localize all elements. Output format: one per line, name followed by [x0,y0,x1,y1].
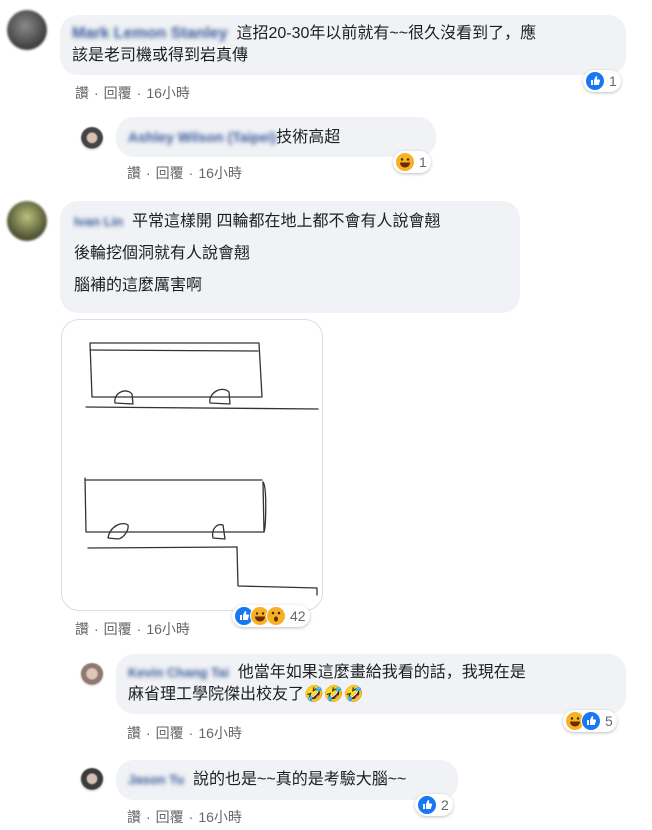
timestamp[interactable]: 16小時 [146,619,190,639]
reaction-summary[interactable]: 1 [393,151,431,173]
reaction-count: 2 [441,797,449,813]
avatar[interactable] [80,663,104,687]
comment-bubble: Kevin Chang Tai 他當年如果這麼畫給我看的話，我現在是 麻省理工學… [116,654,626,714]
reaction-count: 1 [419,154,427,170]
avatar[interactable] [80,127,104,151]
timestamp[interactable]: 16小時 [198,163,242,183]
comment-text: 該是老司機或得到岩真傳 [72,47,249,64]
comment-bubble: Jason Tu 說的也是~~真的是考驗大腦~~ [116,760,458,800]
comment-actions: 讚 · 回覆 · 16小時 [127,807,242,827]
timestamp[interactable]: 16小時 [198,723,242,743]
comment-author[interactable]: Ivan Lin [74,211,123,233]
comment-author[interactable]: Jason Tu [128,769,184,791]
reply-link[interactable]: 回覆 [156,723,184,743]
wow-reaction-icon [266,606,286,626]
comment-bubble: Ashley Wilson (Taipei)技術高超 [116,117,436,157]
comment-text: 說的也是~~真的是考驗大腦~~ [193,771,407,788]
reaction-summary[interactable]: 2 [415,794,453,816]
comment-author[interactable]: Kevin Chang Tai [128,662,229,684]
comment-text: 平常這樣開 四輪都在地上都不會有人說會翹 [132,213,441,230]
reaction-summary[interactable]: 5 [563,710,617,732]
reaction-summary[interactable]: 42 [232,605,310,627]
comment-actions: 讚 · 回覆 · 16小時 [75,619,190,639]
reaction-count: 5 [605,713,613,729]
comment-attachment-image[interactable] [61,319,323,611]
comment-bubble: Mark Lemon Stanley 這招20-30年以前就有~~很久沒看到了，… [60,15,626,75]
comment-bubble: Ivan Lin 平常這樣開 四輪都在地上都不會有人說會翹 後輪挖個洞就有人說會… [60,201,520,313]
comment-text: 腦補的這麼厲害啊 [74,277,203,294]
timestamp[interactable]: 16小時 [198,807,242,827]
avatar[interactable] [7,201,47,241]
like-reaction-icon [585,71,605,91]
reply-link[interactable]: 回覆 [156,807,184,827]
car-sketch-drawing [84,342,319,596]
comment-actions: 讚 · 回覆 · 16小時 [127,163,242,183]
reply-link[interactable]: 回覆 [104,83,132,103]
timestamp[interactable]: 16小時 [146,83,190,103]
like-link[interactable]: 讚 [127,807,141,827]
like-link[interactable]: 讚 [127,163,141,183]
reaction-summary[interactable]: 1 [583,70,621,92]
haha-reaction-icon [395,152,415,172]
comment-text: 後輪挖個洞就有人說會翹 [74,245,251,262]
avatar[interactable] [80,768,104,792]
comment-text: 技術高超 [276,129,341,146]
comment-author[interactable]: Ashley Wilson (Taipei) [128,126,276,148]
like-link[interactable]: 讚 [75,619,89,639]
comment-text: 這招20-30年以前就有~~很久沒看到了，應 [236,25,537,42]
reply-link[interactable]: 回覆 [156,163,184,183]
like-link[interactable]: 讚 [127,723,141,743]
avatar[interactable] [7,10,47,50]
like-reaction-icon [581,711,601,731]
comment-actions: 讚 · 回覆 · 16小時 [75,83,190,103]
reaction-count: 1 [609,73,617,89]
comment-author[interactable]: Mark Lemon Stanley [72,23,228,45]
like-link[interactable]: 讚 [75,83,89,103]
reply-link[interactable]: 回覆 [104,619,132,639]
comment-text: 他當年如果這麼畫給我看的話，我現在是 [237,664,526,681]
like-reaction-icon [417,795,437,815]
comment-actions: 讚 · 回覆 · 16小時 [127,723,242,743]
comment-text: 麻省理工學院傑出校友了🤣🤣🤣 [128,686,364,703]
reaction-count: 42 [290,608,306,624]
